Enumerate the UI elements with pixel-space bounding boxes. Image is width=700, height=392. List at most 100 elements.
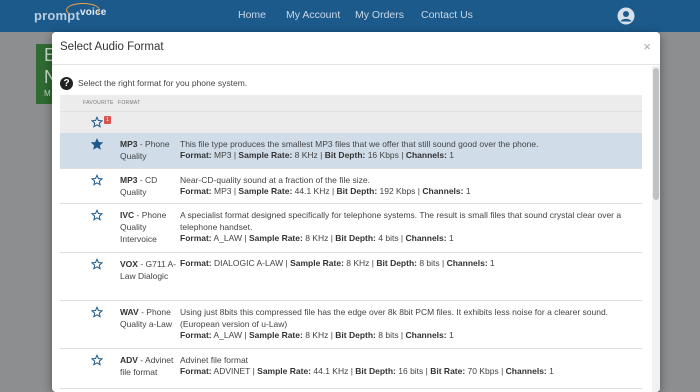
format-name: IVC - Phone Quality Intervoice [120,209,178,245]
question-icon: ? [60,76,73,90]
format-description: Advinet file format [180,355,249,365]
spec-value: 4 bits | [375,233,406,243]
spec-value: 8 KHz | [343,258,377,268]
table-row[interactable]: IVC - Phone Quality Intervoice A speciali… [60,204,642,253]
table-row[interactable]: ADV - Advinet file format Advinet file fo… [60,349,642,389]
format-specs: Format: MP3 | Sample Rate: 8 KHz | Bit D… [180,150,454,160]
format-name: ADV - Advinet file format [120,354,178,378]
format-code: ADV [120,355,138,365]
spec-value: ADVINET | [211,366,258,376]
format-specs: Format: ADVINET | Sample Rate: 44.1 KHz … [180,366,554,376]
format-specs: Format: MP3 | Sample Rate: 44.1 KHz | Bi… [180,186,471,196]
favourite-count-badge: 1 [104,116,111,124]
format-specs: Format: A_LAW | Sample Rate: 8 KHz | Bit… [180,233,454,243]
spec-value: 8 bits | [416,258,447,268]
star-outline-icon[interactable] [91,258,103,270]
spec-value: DIALOGIC A-LAW | [211,258,291,268]
spec-label: Sample Rate: [257,366,312,376]
spec-value: 1 [463,186,471,196]
spec-label: Bit Rate: [430,366,466,376]
spec-value: MP3 | [211,186,239,196]
select-audio-format-modal: Select Audio Format × ? Select the right… [52,32,660,392]
spec-value: 1 [446,150,455,160]
format-prompt: ? Select the right format for you phone … [60,76,247,90]
spec-label: Sample Rate: [248,233,303,243]
spec-label: Format: [180,330,212,340]
spec-label: Bit Depth: [355,366,396,376]
modal-title: Select Audio Format [60,41,164,53]
format-specs: Format: DIALOGIC A-LAW | Sample Rate: 8 … [180,258,495,268]
spec-value: 70 Kbps | [465,366,506,376]
modal-header: Select Audio Format × [52,32,660,65]
star-outline-icon[interactable] [91,209,103,221]
logo-swoosh-icon [66,3,100,17]
prompt-text: Select the right format for you phone sy… [78,78,248,88]
table-row[interactable]: MP3 - CD Quality Near-CD-quality sound at… [60,169,642,204]
nav-link-home[interactable]: Home [238,9,266,21]
format-description: This file type produces the smallest MP3… [180,139,539,149]
column-favourite: FAVOURITE [83,100,114,106]
spec-value: MP3 | [211,150,239,160]
format-code: IVC [120,210,135,220]
table-row[interactable]: WAV - Phone Quality a-Law Using just 8bit… [60,301,642,349]
nav-link-my-orders[interactable]: My Orders [355,9,404,21]
table-row[interactable]: VOX - G711 A-Law Dialogic Format: DIALOGI… [60,253,642,301]
spec-label: Format: [180,150,212,160]
spec-label: Channels: [505,366,547,376]
nav-link-contact-us[interactable]: Contact Us [421,9,473,21]
spec-label: Format: [180,258,212,268]
table-row[interactable]: MP3 - Phone Quality This file type produc… [60,133,642,169]
format-name: WAV - Phone Quality a-Law [120,306,178,330]
star-outline-icon[interactable] [91,354,103,366]
spec-value: 44.1 KHz | [311,366,356,376]
spec-value: 1 [446,330,454,340]
spec-value: 44.1 KHz | [292,186,337,196]
nav-link-my-account[interactable]: My Account [286,9,340,21]
star-outline-icon[interactable] [91,174,103,186]
user-avatar-icon[interactable] [617,7,635,25]
format-description: Near-CD-quality sound at a fraction of t… [180,175,370,185]
scrollbar-thumb[interactable] [653,68,659,200]
format-name: VOX - G711 A-Law Dialogic [120,258,178,282]
spec-label: Channels: [405,330,447,340]
close-icon[interactable]: × [643,39,651,54]
spec-label: Format: [180,366,212,376]
spec-value: 1 [487,258,495,268]
spec-label: Bit Depth: [335,233,376,243]
spec-label: Bit Depth: [324,150,366,160]
spec-label: Sample Rate: [238,150,293,160]
spec-value: 192 Kbps | [377,186,423,196]
format-name: MP3 - CD Quality [120,174,178,198]
format-rows: MP3 - Phone Quality This file type produc… [60,133,642,389]
format-description: Using just 8bits this compressed file ha… [180,307,609,329]
spec-label: Channels: [422,186,464,196]
format-code: WAV [120,307,139,317]
star-outline-icon[interactable] [91,306,103,318]
spec-label: Sample Rate: [248,330,303,340]
favourite-filter-row: 1 [60,111,642,133]
spec-label: Channels: [405,233,447,243]
spec-value: 8 bits | [375,330,406,340]
spec-label: Bit Depth: [336,186,378,196]
format-description: A specialist format designed specificall… [180,210,622,232]
format-code: MP3 [120,175,138,185]
spec-value: A_LAW | [211,330,249,340]
spec-label: Format: [180,186,212,196]
format-table: FAVOURITE FORMAT 1 MP3 - Phone Quality Th… [60,95,642,389]
format-code: MP3 [120,139,138,149]
spec-label: Bit Depth: [335,330,376,340]
spec-label: Sample Rate: [290,258,344,268]
spec-value: 1 [546,366,554,376]
spec-label: Sample Rate: [238,186,293,196]
spec-label: Channels: [405,150,447,160]
column-format: FORMAT [118,100,141,106]
spec-value: 8 KHz | [302,233,336,243]
star-filled-icon[interactable] [91,138,103,150]
spec-value: 16 bits | [395,366,431,376]
spec-value: 1 [446,233,454,243]
spec-value: A_LAW | [211,233,249,243]
spec-value: 8 KHz | [292,150,325,160]
favourite-filter-star-icon[interactable] [91,116,103,128]
spec-label: Channels: [446,258,488,268]
spec-value: 16 Kbps | [365,150,406,160]
